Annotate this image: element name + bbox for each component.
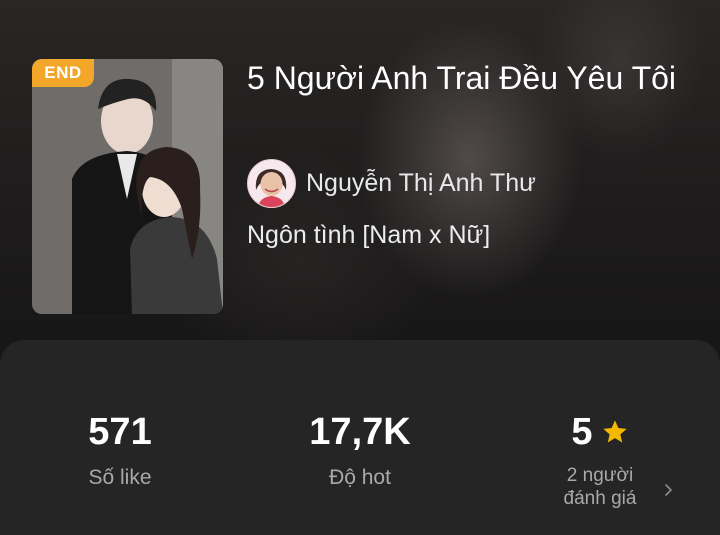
end-badge: END [32,59,94,87]
chevron-right-icon[interactable] [663,480,675,500]
stats-panel: 571 Số like 17,7K Độ hot 5 2 người đánh … [0,340,720,535]
rating-label-line1: 2 người [566,465,634,486]
stat-likes: 571 Số like [60,410,180,490]
genre-label: Ngôn tình [Nam x Nữ] [247,221,491,249]
book-cover[interactable]: END [32,59,223,314]
cover-illustration [32,59,223,314]
hot-label: Độ hot [329,466,391,489]
likes-label: Số like [88,466,152,489]
star-icon [602,420,627,443]
rating-label: 2 người đánh giá [540,464,660,510]
story-title: 5 Người Anh Trai Đều Yêu Tôi [247,60,677,96]
author-avatar-icon [248,159,295,207]
avatar[interactable] [247,158,296,208]
author-name[interactable]: Nguyễn Thị Anh Thư [306,169,536,198]
likes-value: 571 [88,411,152,453]
stat-rating[interactable]: 5 2 người đánh giá [540,410,660,510]
rating-line: 5 [540,410,660,454]
rating-label-line2: đánh giá [563,488,637,509]
author-row[interactable]: Nguyễn Thị Anh Thư [247,158,536,208]
hot-value: 17,7K [309,411,411,453]
rating-value: 5 [571,411,593,453]
stat-hot: 17,7K Độ hot [290,410,430,490]
